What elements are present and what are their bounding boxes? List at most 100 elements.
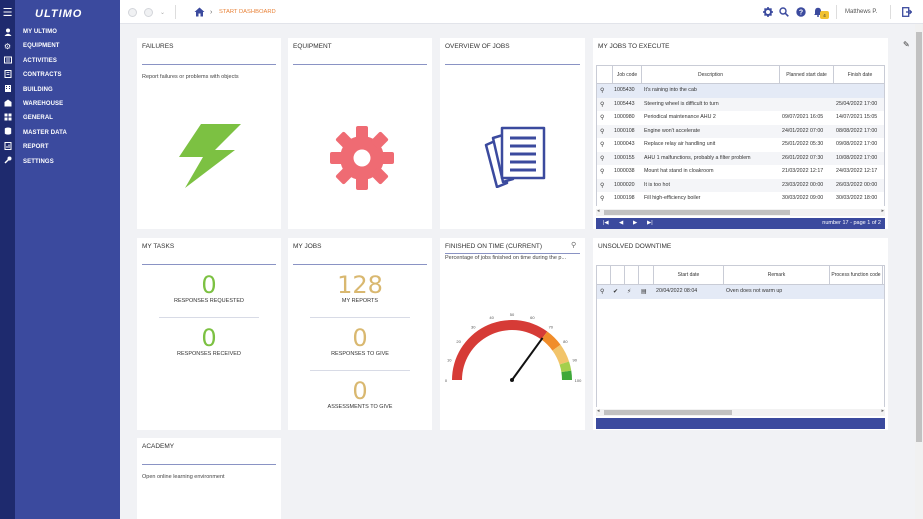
contracts-icon[interactable] [0, 67, 15, 81]
table-row[interactable]: ⚲ 1000198 Fill high-efficiency boiler 30/03… [597, 192, 884, 206]
page-scrollbar-thumb[interactable] [916, 32, 922, 442]
gear-icon[interactable]: ⚙ [0, 39, 15, 53]
lightning-icon[interactable]: ⚡ [627, 285, 631, 299]
gauge-tick-label: 10 [447, 358, 452, 363]
view-icon[interactable]: ⚲ [600, 179, 608, 193]
user-icon[interactable] [0, 25, 15, 39]
responses-requested-count[interactable]: 0 [137, 271, 281, 299]
job-code: 1000198 [614, 195, 635, 201]
grid-header-remark[interactable]: Remark [724, 266, 830, 284]
prev-page-icon[interactable]: ◀ [619, 218, 623, 229]
table-row[interactable]: ⚲ 1005430 It's raining into the cab [597, 84, 884, 98]
next-page-icon[interactable]: ▶ [633, 218, 637, 229]
sidebar-item-activities[interactable]: ACTIVITIES [15, 54, 120, 68]
logout-icon[interactable] [902, 0, 912, 24]
grid-header-description[interactable]: Description [642, 66, 780, 83]
downtime-grid-hscroll-thumb[interactable] [604, 410, 732, 415]
responses-received-count[interactable]: 0 [137, 324, 281, 352]
failures-tile[interactable]: FAILURES Report failures or problems wit… [137, 38, 281, 229]
notification-badge[interactable]: 4 [820, 11, 829, 19]
sidebar-item-equipment[interactable]: EQUIPMENT [15, 39, 120, 53]
last-page-icon[interactable]: ▶| [647, 218, 653, 229]
view-icon[interactable]: ⚲ [600, 152, 608, 166]
warehouse-icon[interactable] [0, 96, 15, 110]
table-row[interactable]: ⚲ 1000038 Mount hat stand in cloakroom 21/0… [597, 165, 884, 179]
jobs-grid-hscroll-thumb[interactable] [604, 210, 790, 215]
view-icon[interactable]: ⚲ [600, 285, 608, 299]
view-icon[interactable]: ⚲ [600, 165, 608, 179]
zoom-icon[interactable]: ⚲ [571, 241, 576, 249]
settings-gear-icon[interactable] [763, 0, 773, 24]
view-icon[interactable]: ⚲ [600, 138, 608, 152]
ultimo-logo[interactable]: ULTIMO [35, 6, 105, 20]
scroll-left-icon[interactable]: ◂ [597, 208, 600, 214]
table-row[interactable]: ⚲ ✔ ⚡ ▤ 20/04/2022 08:04 Oven does not w… [597, 285, 884, 299]
table-row[interactable]: ⚲ 1000108 Engine won't accelerate 24/01/202… [597, 124, 884, 139]
overview-of-jobs-tile[interactable]: OVERVIEW OF JOBS [440, 38, 585, 229]
page-scrollbar[interactable] [915, 24, 923, 519]
view-icon[interactable]: ⚲ [600, 84, 608, 98]
first-page-icon[interactable]: |◀ [603, 218, 609, 229]
help-icon[interactable]: ? [796, 0, 806, 24]
header-divider [175, 5, 176, 19]
assessments-to-give-count[interactable]: 0 [288, 377, 432, 405]
edit-dashboard-pencil-icon[interactable]: ✎ [903, 40, 910, 49]
history-dropdown-icon[interactable]: ⌄ [160, 0, 165, 24]
svg-text:?: ? [799, 10, 803, 17]
sidebar-item-contracts[interactable]: CONTRACTS [15, 68, 120, 82]
check-icon[interactable]: ✔ [613, 285, 618, 299]
forward-button[interactable] [144, 0, 153, 24]
scroll-left-icon[interactable]: ◂ [597, 408, 600, 414]
downtime-grid-hscrollbar[interactable]: ◂ ▸ [596, 408, 885, 416]
breadcrumb[interactable]: START DASHBOARD [219, 0, 276, 24]
job-code: 1000980 [614, 114, 635, 120]
back-button[interactable] [128, 0, 137, 24]
gauge-tick-label: 50 [510, 312, 515, 317]
scroll-right-icon[interactable]: ▸ [881, 408, 884, 414]
sidebar-item-warehouse[interactable]: WAREHOUSE [15, 97, 120, 111]
grid-header-planned-start[interactable]: Planned start date [780, 66, 834, 83]
sidebar-item-master-data[interactable]: MASTER DATA [15, 126, 120, 140]
home-icon[interactable] [194, 0, 205, 24]
sidebar-item-settings[interactable]: SETTINGS [15, 155, 120, 169]
grid-header-job-code[interactable]: Job code [613, 66, 642, 83]
scroll-right-icon[interactable]: ▸ [881, 208, 884, 214]
document-icon[interactable]: ▤ [641, 285, 647, 299]
grid-header-finish-date[interactable]: Finish date [834, 66, 886, 83]
sidebar-item-report[interactable]: REPORT [15, 140, 120, 154]
wrench-icon[interactable] [0, 153, 15, 167]
sidebar-item-building[interactable]: BUILDING [15, 83, 120, 97]
table-row[interactable]: ⚲ 1000980 Periodical maintenance AHU 2 09/0… [597, 111, 884, 125]
jobs-grid-hscrollbar[interactable]: ◂ ▸ [596, 208, 885, 216]
grid-header-process-function-code[interactable]: Process function code [830, 266, 883, 284]
view-icon[interactable]: ⚲ [600, 192, 608, 206]
report-icon[interactable] [0, 139, 15, 153]
view-icon[interactable]: ⚲ [600, 98, 608, 112]
sidebar-item-general[interactable]: GENERAL [15, 111, 120, 125]
activities-icon[interactable] [0, 53, 15, 67]
stat-divider [310, 370, 410, 371]
breadcrumb-chevron-icon: › [210, 8, 213, 16]
grid-header-start-date[interactable]: Start date [654, 266, 724, 284]
hamburger-menu-icon[interactable]: ☰ [0, 5, 15, 19]
user-name[interactable]: Matthews P. [845, 0, 877, 24]
academy-tile[interactable]: ACADEMY Open online learning environment [137, 438, 281, 519]
search-icon[interactable] [779, 0, 789, 24]
my-reports-count[interactable]: 128 [288, 271, 432, 299]
failures-subtitle: Report failures or problems with objects [142, 74, 239, 80]
building-icon[interactable] [0, 81, 15, 95]
job-planned-start: 24/01/2022 07:00 [782, 127, 824, 134]
view-icon[interactable]: ⚲ [600, 111, 608, 125]
table-row[interactable]: ⚲ 1000020 It is too hot 23/03/2022 00:00 26/… [597, 178, 884, 193]
view-icon[interactable]: ⚲ [600, 125, 608, 139]
database-icon[interactable] [0, 124, 15, 138]
my-jobs-title: MY JOBS [293, 243, 322, 250]
grid-icon[interactable] [0, 110, 15, 124]
jobs-grid-header: Job code Description Planned start date … [596, 65, 885, 84]
sidebar-item-my-ultimo[interactable]: MY ULTIMO [15, 25, 120, 39]
table-row[interactable]: ⚲ 1000155 AHU 1 malfunctions, probably a f… [597, 151, 884, 166]
responses-to-give-count[interactable]: 0 [288, 324, 432, 352]
table-row[interactable]: ⚲ 1005443 Steering wheel is difficult to t… [597, 97, 884, 112]
table-row[interactable]: ⚲ 1000043 Replace relay air handling unit 2… [597, 138, 884, 152]
equipment-tile[interactable]: EQUIPMENT [288, 38, 432, 229]
